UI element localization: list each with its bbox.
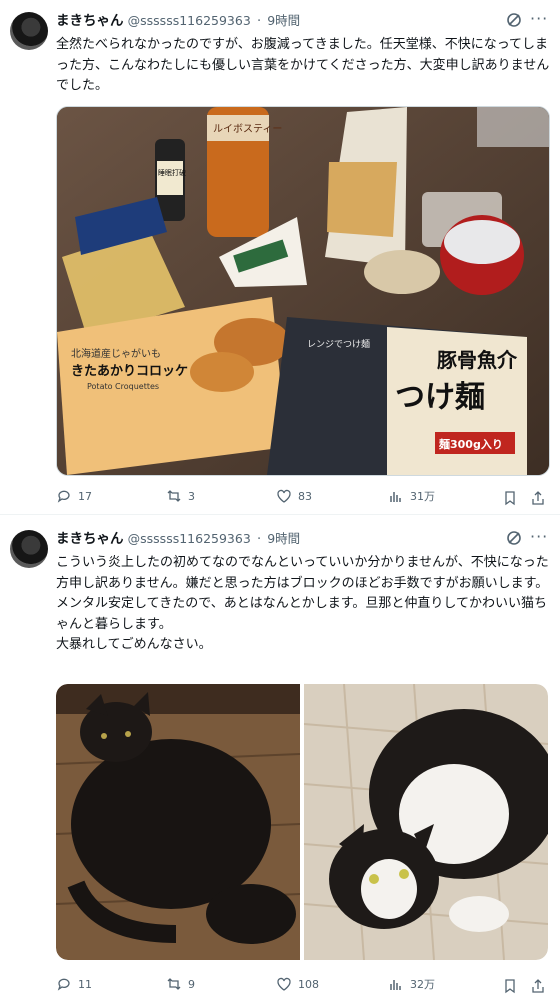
like-icon bbox=[277, 977, 291, 991]
timestamp[interactable]: 9時間 bbox=[267, 531, 300, 546]
croquette-label-1: 北海道産じゃがいも bbox=[71, 347, 161, 360]
post-1[interactable]: まきちゃん @ssssss116259363 · 9時間 ··· 全然たべられな… bbox=[0, 0, 560, 514]
repost-count: 9 bbox=[188, 977, 195, 991]
avatar[interactable] bbox=[10, 530, 48, 568]
reply-count: 17 bbox=[78, 489, 92, 503]
avatar[interactable] bbox=[10, 12, 48, 50]
reply-button[interactable]: 11 bbox=[56, 976, 92, 992]
post-images-cats bbox=[56, 684, 548, 960]
grok-icon[interactable] bbox=[506, 12, 522, 28]
views-button[interactable]: 31万 bbox=[388, 488, 435, 504]
views-icon bbox=[390, 492, 401, 502]
reply-icon bbox=[57, 490, 70, 503]
post-text-line: 大暴れしてごめんなさい。 bbox=[56, 637, 212, 652]
display-name[interactable]: まきちゃん bbox=[56, 531, 124, 547]
reply-count: 11 bbox=[78, 977, 92, 991]
post-text: 全然たべられなかったのですが、お腹減ってきました。任天堂様、不快になってしまった… bbox=[56, 35, 550, 97]
noodle-label-1: 豚骨魚介 bbox=[437, 348, 518, 372]
post-2[interactable]: まきちゃん @ssssss116259363 · 9時間 ··· こういう炎上し… bbox=[0, 518, 560, 1001]
share-icon[interactable] bbox=[530, 490, 546, 506]
more-icon[interactable]: ··· bbox=[530, 529, 550, 546]
like-button[interactable]: 83 bbox=[276, 488, 312, 504]
action-bar: 11 9 108 32万 bbox=[56, 976, 550, 996]
post-divider bbox=[0, 514, 560, 515]
sleep-drink-label: 睡眠打破 bbox=[158, 168, 186, 177]
repost-count: 3 bbox=[188, 489, 195, 503]
separator-dot: · bbox=[256, 532, 262, 547]
bookmark-icon[interactable] bbox=[502, 978, 518, 994]
views-button[interactable]: 32万 bbox=[388, 976, 435, 992]
food-photo: ルイボスティー 睡眠打破 北海道産じゃがいも きたあかりコロッケ Potato … bbox=[57, 107, 549, 475]
views-count: 32万 bbox=[410, 978, 435, 991]
share-icon[interactable] bbox=[530, 978, 546, 994]
post-text: こういう炎上したの初めてなのでなんといっていいか分かりませんが、不快になった方申… bbox=[56, 553, 550, 656]
views-icon bbox=[390, 980, 401, 990]
separator-dot: · bbox=[256, 14, 262, 29]
post-header: まきちゃん @ssssss116259363 · 9時間 bbox=[56, 530, 300, 549]
cat-photo-black[interactable] bbox=[56, 684, 300, 960]
bookmark-icon[interactable] bbox=[502, 490, 518, 506]
repost-icon bbox=[167, 490, 181, 502]
like-button[interactable]: 108 bbox=[276, 976, 319, 992]
post-text-line: メンタル安定してきたので、あとはなんとかします。旦那と仲直りしてかわいい猫ちゃん… bbox=[56, 596, 548, 632]
user-handle[interactable]: @ssssss116259363 bbox=[128, 531, 251, 546]
like-count: 108 bbox=[298, 977, 319, 991]
grok-icon[interactable] bbox=[506, 530, 522, 546]
post-text-line: こういう炎上したの初めてなのでなんといっていいか分かりませんが、不快になった方申… bbox=[56, 555, 549, 591]
views-count: 31万 bbox=[410, 490, 435, 503]
display-name[interactable]: まきちゃん bbox=[56, 13, 124, 29]
action-bar: 17 3 83 31万 bbox=[56, 488, 550, 508]
croquette-label-2: きたあかりコロッケ bbox=[71, 364, 188, 379]
reply-icon bbox=[57, 978, 70, 991]
more-icon[interactable]: ··· bbox=[530, 11, 550, 28]
post-image-food[interactable]: ルイボスティー 睡眠打破 北海道産じゃがいも きたあかりコロッケ Potato … bbox=[56, 106, 550, 476]
user-handle[interactable]: @ssssss116259363 bbox=[128, 13, 251, 28]
like-icon bbox=[277, 489, 291, 503]
noodle-label-3: 麺300g入り bbox=[438, 437, 503, 451]
reply-button[interactable]: 17 bbox=[56, 488, 92, 504]
noodle-label-4: レンジでつけ麺 bbox=[307, 338, 370, 350]
repost-button[interactable]: 3 bbox=[166, 488, 195, 504]
tea-label: ルイボスティー bbox=[213, 123, 282, 135]
timestamp[interactable]: 9時間 bbox=[267, 13, 300, 28]
post-text-line: 全然たべられなかったのですが、お腹減ってきました。任天堂様、不快になってしまった… bbox=[56, 37, 550, 93]
cat-photo-tuxedo[interactable] bbox=[304, 684, 548, 960]
like-count: 83 bbox=[298, 489, 312, 503]
noodle-label-2: つけ麺 bbox=[395, 380, 485, 415]
croquette-label-3: Potato Croquettes bbox=[87, 382, 159, 391]
post-header: まきちゃん @ssssss116259363 · 9時間 bbox=[56, 12, 300, 31]
repost-button[interactable]: 9 bbox=[166, 976, 195, 992]
repost-icon bbox=[167, 978, 181, 990]
